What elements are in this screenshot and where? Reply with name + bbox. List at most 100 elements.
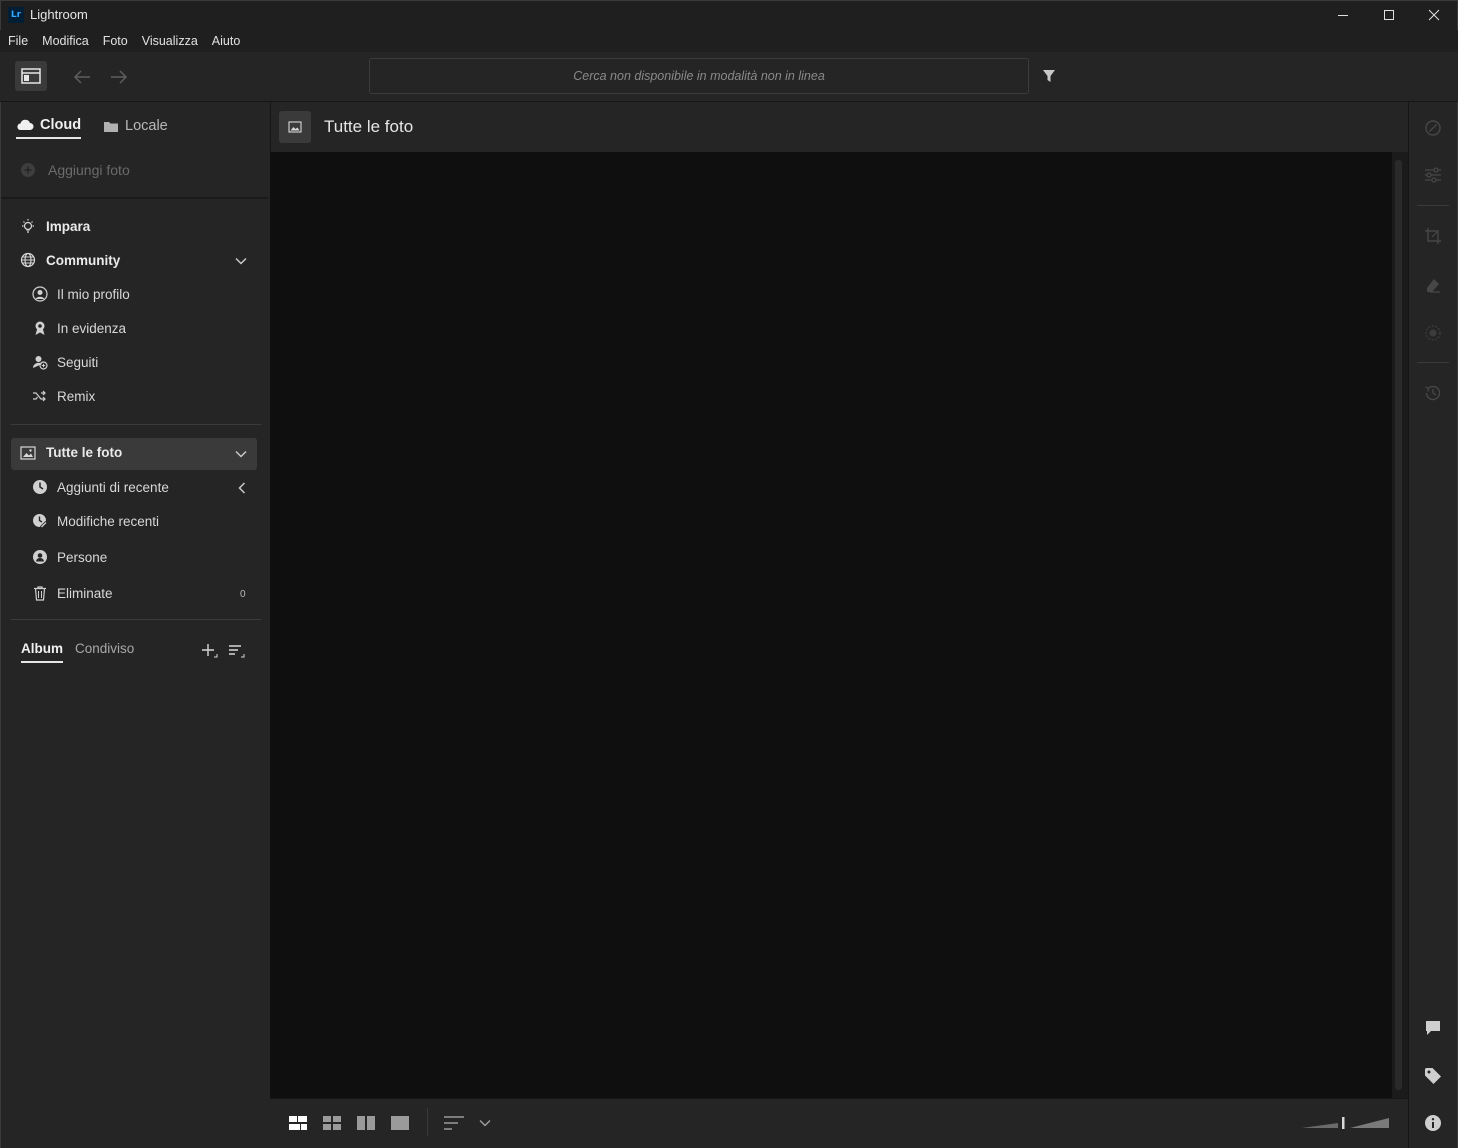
nav-recently-added[interactable]: Aggiunti di recente — [32, 479, 169, 495]
tab-album[interactable]: Album — [21, 641, 63, 663]
nav-recent-edits[interactable]: Modifiche recenti — [32, 513, 159, 529]
remix-icon — [33, 390, 46, 402]
plus-icon — [202, 644, 218, 658]
search-field[interactable] — [369, 58, 1029, 94]
crop-icon — [1425, 228, 1441, 244]
recent-edits-icon — [33, 514, 48, 529]
view-compare-button[interactable] — [355, 1113, 377, 1133]
title-bar — [0, 0, 1458, 30]
tab-shared[interactable]: Condiviso — [75, 641, 134, 661]
add-photo-label: Aggiungi foto — [48, 162, 130, 178]
detail-view-icon — [391, 1116, 409, 1130]
arrow-right-icon — [111, 70, 128, 84]
maximize-icon — [1384, 10, 1394, 20]
menu-photo[interactable]: Foto — [103, 34, 128, 48]
back-button[interactable] — [71, 66, 93, 88]
all-photos-expand-button[interactable] — [234, 447, 248, 461]
tab-local[interactable]: Locale — [103, 113, 168, 139]
nav-remix-label: Remix — [57, 388, 96, 404]
sliders-icon — [1425, 167, 1441, 183]
photo-grid-icon — [289, 1116, 307, 1130]
folder-icon — [104, 121, 118, 132]
profile-icon — [32, 286, 48, 302]
tab-local-label: Locale — [125, 118, 168, 134]
menu-help[interactable]: Aiuto — [212, 34, 241, 48]
nav-my-profile[interactable]: Il mio profilo — [32, 286, 130, 302]
content-header — [270, 102, 1408, 152]
scrollbar-thumb[interactable] — [1395, 160, 1402, 1090]
crop-button[interactable] — [1421, 224, 1445, 248]
clock-icon — [33, 480, 47, 494]
community-expand-button[interactable] — [234, 254, 248, 268]
divider — [427, 1108, 428, 1136]
chevron-left-icon — [238, 482, 246, 494]
thumbnail-size-slider[interactable] — [1300, 1113, 1392, 1133]
nav-people-label: Persone — [57, 549, 108, 565]
photo-grid[interactable] — [270, 152, 1392, 1098]
lightbulb-icon — [22, 219, 34, 233]
close-button[interactable] — [1411, 0, 1457, 30]
search-input[interactable] — [370, 59, 1028, 93]
add-photo-button[interactable]: Aggiungi foto — [20, 162, 130, 178]
edit-button[interactable] — [1421, 116, 1445, 140]
sort-dropdown-button[interactable] — [474, 1113, 496, 1133]
keywords-button[interactable] — [1421, 1064, 1445, 1088]
history-icon — [1425, 385, 1441, 401]
view-photo-grid-button[interactable] — [287, 1113, 309, 1133]
menu-file[interactable]: File — [8, 34, 28, 48]
healing-button[interactable] — [1421, 273, 1445, 297]
content-header-icon — [279, 111, 311, 143]
nav-community[interactable]: Community — [20, 252, 120, 268]
bottom-bar — [270, 1098, 1408, 1148]
nav-people[interactable]: Persone — [32, 549, 107, 565]
minimize-button[interactable] — [1320, 0, 1366, 30]
tab-cloud[interactable]: Cloud — [16, 113, 82, 139]
info-button[interactable] — [1421, 1111, 1445, 1135]
nav-all-photos[interactable]: Tutte le foto — [20, 445, 122, 460]
nav-remix[interactable]: Remix — [32, 388, 95, 404]
nav-following[interactable]: Seguiti — [32, 354, 98, 370]
adjust-button[interactable] — [1421, 163, 1445, 187]
view-square-grid-button[interactable] — [321, 1113, 343, 1133]
healing-icon — [1427, 279, 1440, 293]
comment-icon — [1426, 1021, 1440, 1035]
history-button[interactable] — [1421, 381, 1445, 405]
comments-button[interactable] — [1421, 1016, 1445, 1040]
photo-icon — [20, 445, 36, 460]
sort-button[interactable] — [443, 1113, 465, 1133]
globe-icon — [20, 252, 36, 268]
menu-edit[interactable]: Modifica — [42, 34, 89, 48]
panel-toggle-button[interactable] — [15, 61, 47, 91]
menu-view[interactable]: Visualizza — [142, 34, 198, 48]
filter-icon — [1043, 70, 1055, 82]
chevron-down-icon — [235, 450, 247, 458]
nav-recently-added-label: Aggiunti di recente — [57, 479, 169, 495]
forward-button[interactable] — [108, 66, 130, 88]
add-album-button[interactable] — [199, 641, 219, 661]
menu-bar: File Modifica Foto Visualizza Aiuto — [0, 30, 1458, 52]
add-circle-icon — [21, 163, 35, 177]
nav-featured[interactable]: In evidenza — [32, 320, 126, 336]
view-detail-button[interactable] — [389, 1113, 411, 1133]
page-title: Tutte le foto — [324, 117, 414, 136]
filter-button[interactable] — [1039, 66, 1059, 86]
nav-deleted[interactable]: Eliminate — [32, 585, 113, 601]
maximize-button[interactable] — [1366, 0, 1412, 30]
info-icon — [1425, 1115, 1441, 1131]
size-slider-icon — [1302, 1117, 1389, 1129]
deleted-count: 0 — [240, 589, 246, 600]
edit-icon — [1425, 120, 1441, 136]
masking-button[interactable] — [1421, 321, 1445, 345]
arrow-left-icon — [73, 70, 90, 84]
sort-albums-button[interactable] — [226, 641, 246, 661]
sort-icon — [229, 645, 245, 658]
nav-featured-label: In evidenza — [57, 320, 127, 336]
people-icon — [33, 550, 47, 564]
nav-learn[interactable]: Impara — [20, 218, 90, 234]
recently-added-expand-button[interactable] — [235, 481, 249, 495]
divider — [11, 424, 261, 425]
square-grid-icon — [323, 1116, 341, 1130]
divider — [1417, 362, 1449, 363]
tab-cloud-label: Cloud — [40, 117, 82, 133]
trash-icon — [34, 586, 46, 601]
